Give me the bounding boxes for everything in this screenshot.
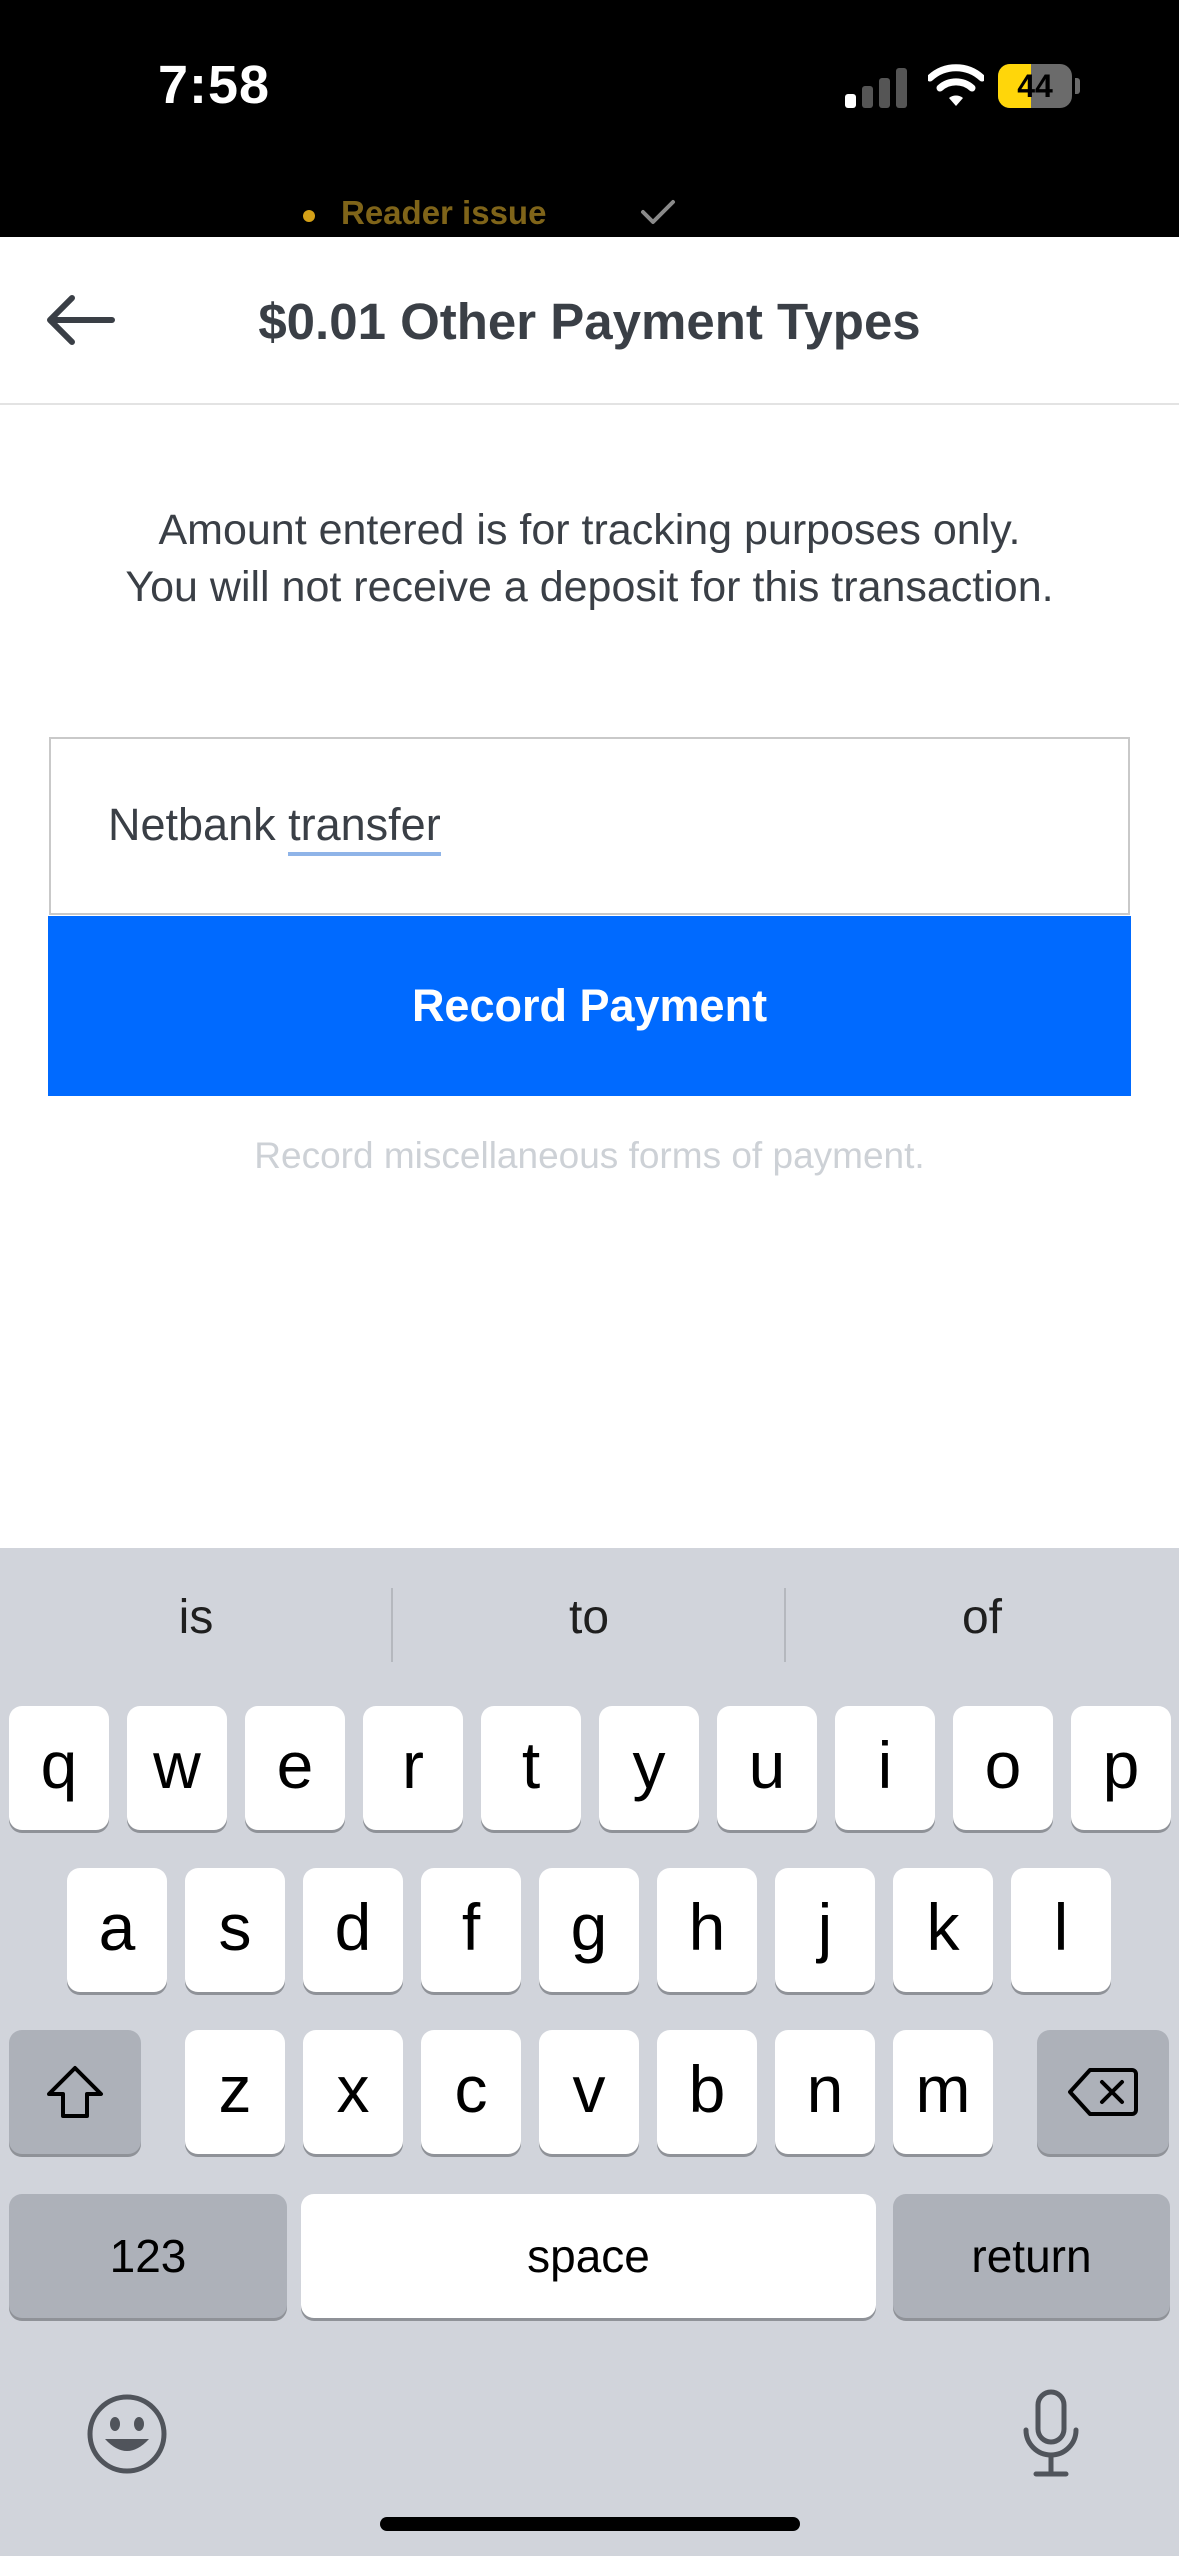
microphone-icon[interactable] (1020, 2388, 1082, 2478)
payment-note-value[interactable]: Netbank transfer (108, 799, 441, 856)
key-l[interactable]: l (1011, 1868, 1111, 1992)
reader-status-dot-icon (303, 210, 315, 222)
reader-status-label[interactable]: Reader issue (341, 194, 546, 232)
key-q[interactable]: q (9, 1706, 109, 1830)
key-u[interactable]: u (717, 1706, 817, 1830)
delete-key[interactable] (1037, 2030, 1169, 2154)
cellular-signal-icon (845, 68, 909, 108)
backspace-icon (1068, 2068, 1138, 2116)
tracking-notice-line-2: You will not receive a deposit for this … (125, 563, 1054, 611)
return-key[interactable]: return (893, 2194, 1170, 2318)
helper-text: Record miscellaneous forms of payment. (254, 1135, 925, 1176)
key-x[interactable]: x (303, 2030, 403, 2154)
key-f[interactable]: f (421, 1868, 521, 1992)
key-j[interactable]: j (775, 1868, 875, 1992)
checkmark-icon (640, 198, 676, 226)
key-z[interactable]: z (185, 2030, 285, 2154)
status-time: 7:58 (158, 55, 271, 115)
tracking-notice-line-1: Amount entered is for tracking purposes … (158, 506, 1021, 554)
autocorrect-underlined-word: transfer (288, 799, 441, 856)
key-y[interactable]: y (599, 1706, 699, 1830)
record-payment-button[interactable]: Record Payment (48, 916, 1131, 1096)
key-h[interactable]: h (657, 1868, 757, 1992)
tracking-notice: Amount entered is for tracking purposes … (0, 502, 1179, 616)
key-p[interactable]: p (1071, 1706, 1171, 1830)
key-w[interactable]: w (127, 1706, 227, 1830)
shift-key[interactable] (9, 2030, 141, 2154)
space-key[interactable]: space (301, 2194, 876, 2318)
key-o[interactable]: o (953, 1706, 1053, 1830)
key-i[interactable]: i (835, 1706, 935, 1830)
battery-percent: 44 (1017, 68, 1053, 104)
key-b[interactable]: b (657, 2030, 757, 2154)
key-s[interactable]: s (185, 1868, 285, 1992)
key-t[interactable]: t (481, 1706, 581, 1830)
key-d[interactable]: d (303, 1868, 403, 1992)
page-title: $0.01 Other Payment Types (258, 293, 921, 350)
shift-arrow-icon (47, 2066, 103, 2118)
key-a[interactable]: a (67, 1868, 167, 1992)
suggestion-1[interactable]: is (0, 1590, 392, 1645)
key-e[interactable]: e (245, 1706, 345, 1830)
home-indicator (380, 2517, 800, 2531)
suggestion-2[interactable]: to (393, 1590, 785, 1645)
emoji-icon[interactable] (86, 2393, 168, 2475)
key-v[interactable]: v (539, 2030, 639, 2154)
payment-note-value-prefix: Netbank (108, 799, 289, 850)
status-bar (0, 0, 1179, 237)
key-g[interactable]: g (539, 1868, 639, 1992)
battery-icon: 44 (998, 64, 1080, 108)
key-c[interactable]: c (421, 2030, 521, 2154)
suggestion-3[interactable]: of (786, 1590, 1178, 1645)
wifi-icon (926, 62, 986, 108)
key-n[interactable]: n (775, 2030, 875, 2154)
key-m[interactable]: m (893, 2030, 993, 2154)
numbers-key[interactable]: 123 (9, 2194, 287, 2318)
key-k[interactable]: k (893, 1868, 993, 1992)
key-r[interactable]: r (363, 1706, 463, 1830)
